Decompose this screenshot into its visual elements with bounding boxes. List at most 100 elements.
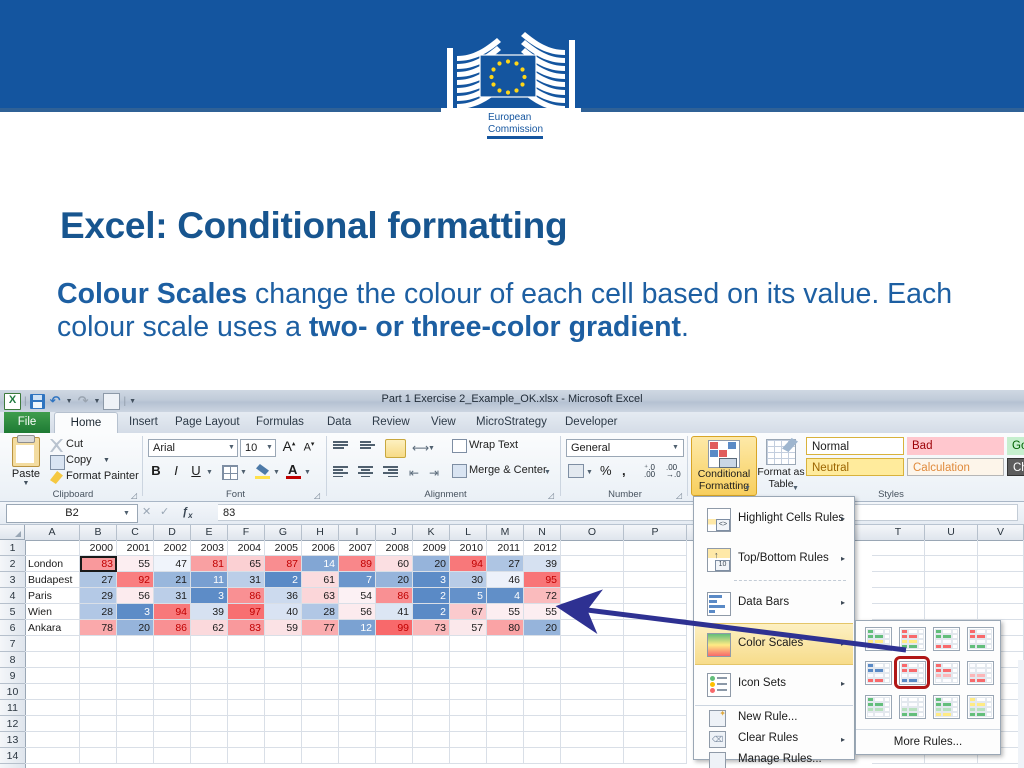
cell-empty[interactable] bbox=[561, 588, 624, 604]
data-cell[interactable]: 47 bbox=[154, 556, 191, 572]
data-cell[interactable]: 39 bbox=[191, 604, 228, 620]
cell-empty[interactable] bbox=[487, 684, 524, 700]
city-label-cell[interactable]: Paris bbox=[25, 588, 80, 604]
cell-empty[interactable] bbox=[413, 700, 450, 716]
data-cell[interactable]: 20 bbox=[376, 572, 413, 588]
increase-decimal-button[interactable]: ⁺.0.00 bbox=[644, 464, 655, 479]
tab-view[interactable]: View bbox=[422, 412, 465, 433]
color-scale-swatch-3[interactable] bbox=[933, 627, 960, 651]
paste-button[interactable]: Paste ▼ bbox=[6, 435, 46, 487]
cell-empty[interactable] bbox=[624, 588, 687, 604]
data-cell[interactable]: 87 bbox=[265, 556, 302, 572]
cell-empty[interactable] bbox=[376, 684, 413, 700]
tab-file[interactable]: File bbox=[4, 412, 50, 433]
cell-empty[interactable] bbox=[624, 636, 687, 652]
cell-empty[interactable] bbox=[561, 540, 624, 556]
color-scale-swatch-11[interactable] bbox=[933, 695, 960, 719]
cell-empty[interactable] bbox=[561, 700, 624, 716]
cell-empty[interactable] bbox=[228, 700, 265, 716]
data-cell[interactable]: 63 bbox=[302, 588, 339, 604]
data-cell[interactable]: 4 bbox=[487, 588, 524, 604]
cell-empty[interactable] bbox=[450, 652, 487, 668]
menu-item-data-bars[interactable]: Data Bars ▸ bbox=[695, 583, 853, 623]
data-cell[interactable]: 86 bbox=[376, 588, 413, 604]
font-dialog-launcher[interactable]: ◿ bbox=[314, 491, 320, 500]
comma-style-button[interactable]: , bbox=[622, 463, 626, 478]
undo-icon[interactable]: ↶ bbox=[48, 393, 63, 409]
column-header-n[interactable]: N bbox=[524, 525, 561, 540]
orientation-dropdown-icon[interactable]: ▼ bbox=[428, 445, 435, 452]
number-dialog-launcher[interactable]: ◿ bbox=[676, 491, 682, 500]
cell-empty[interactable] bbox=[450, 748, 487, 764]
data-cell[interactable]: 46 bbox=[487, 572, 524, 588]
increase-indent-icon[interactable]: ⇥ bbox=[429, 466, 439, 480]
cell-empty[interactable] bbox=[624, 604, 687, 620]
data-cell[interactable]: 59 bbox=[265, 620, 302, 636]
cell-empty[interactable] bbox=[154, 636, 191, 652]
year-header-cell[interactable]: 2000 bbox=[80, 540, 117, 556]
year-header-cell[interactable]: 2001 bbox=[117, 540, 154, 556]
cancel-formula-icon[interactable]: ✕ bbox=[142, 504, 151, 521]
data-cell[interactable]: 77 bbox=[302, 620, 339, 636]
row-header-8[interactable]: 8 bbox=[0, 652, 25, 668]
save-icon[interactable] bbox=[29, 393, 45, 409]
column-header-m[interactable]: M bbox=[487, 525, 524, 540]
year-header-cell[interactable]: 2008 bbox=[376, 540, 413, 556]
year-header-cell[interactable]: 2002 bbox=[154, 540, 191, 556]
cell-empty[interactable] bbox=[80, 748, 117, 764]
data-cell[interactable]: 27 bbox=[487, 556, 524, 572]
cell-empty[interactable] bbox=[487, 716, 524, 732]
cell-empty[interactable] bbox=[339, 668, 376, 684]
align-bottom-icon[interactable] bbox=[385, 439, 406, 458]
cell-empty[interactable] bbox=[302, 732, 339, 748]
merge-center-dropdown-icon[interactable]: ▼ bbox=[544, 469, 551, 476]
cell-empty[interactable] bbox=[524, 700, 561, 716]
cell-empty[interactable] bbox=[228, 748, 265, 764]
data-cell[interactable]: 30 bbox=[450, 572, 487, 588]
cell-empty[interactable] bbox=[302, 636, 339, 652]
row-header-9[interactable]: 9 bbox=[0, 668, 25, 684]
cell-empty[interactable] bbox=[191, 684, 228, 700]
row-header-12[interactable]: 12 bbox=[0, 716, 25, 732]
data-cell[interactable]: 28 bbox=[80, 604, 117, 620]
cell-style-bad[interactable]: Bad bbox=[907, 437, 1004, 455]
column-header-t[interactable]: T bbox=[872, 525, 925, 540]
more-rules-button[interactable]: More Rules... bbox=[856, 729, 1000, 754]
cell-empty[interactable] bbox=[450, 732, 487, 748]
city-label-cell[interactable]: Wien bbox=[25, 604, 80, 620]
cell-empty[interactable] bbox=[376, 732, 413, 748]
row-header-10[interactable]: 10 bbox=[0, 684, 25, 700]
cell-empty[interactable] bbox=[413, 748, 450, 764]
cell-empty[interactable] bbox=[925, 604, 978, 620]
accept-formula-icon[interactable]: ✓ bbox=[160, 504, 169, 521]
data-cell[interactable]: 14 bbox=[302, 556, 339, 572]
data-cell[interactable]: 61 bbox=[302, 572, 339, 588]
cell-empty[interactable] bbox=[487, 668, 524, 684]
format-as-table-dropdown-icon[interactable]: ▼ bbox=[792, 485, 799, 492]
cell-empty[interactable] bbox=[154, 652, 191, 668]
data-cell[interactable]: 2 bbox=[413, 588, 450, 604]
data-cell[interactable]: 89 bbox=[339, 556, 376, 572]
cell-empty[interactable] bbox=[339, 700, 376, 716]
row-header-13[interactable]: 13 bbox=[0, 732, 25, 748]
cell-empty[interactable] bbox=[265, 684, 302, 700]
row-header-2[interactable]: 2 bbox=[0, 556, 25, 572]
cell-style-normal[interactable]: Normal bbox=[806, 437, 904, 455]
cell-empty[interactable] bbox=[154, 700, 191, 716]
undo-dropdown-icon[interactable]: ▼ bbox=[66, 398, 73, 405]
cell-empty[interactable] bbox=[624, 684, 687, 700]
cell-empty[interactable] bbox=[872, 604, 925, 620]
row-headers[interactable]: 1 2 3 4 5 6 7 8 9 10 11 12 13 14 bbox=[0, 540, 26, 768]
cell-empty[interactable] bbox=[228, 732, 265, 748]
tab-review[interactable]: Review bbox=[363, 412, 419, 433]
data-cell[interactable]: 86 bbox=[154, 620, 191, 636]
tab-insert[interactable]: Insert bbox=[120, 412, 167, 433]
cell-empty[interactable] bbox=[925, 588, 978, 604]
row-header-11[interactable]: 11 bbox=[0, 700, 25, 716]
cell-empty[interactable] bbox=[624, 572, 687, 588]
column-header-v[interactable]: V bbox=[978, 525, 1024, 540]
cell-empty[interactable] bbox=[561, 668, 624, 684]
column-header-d[interactable]: D bbox=[154, 525, 191, 540]
data-cell[interactable]: 27 bbox=[80, 572, 117, 588]
cell-empty[interactable] bbox=[302, 684, 339, 700]
